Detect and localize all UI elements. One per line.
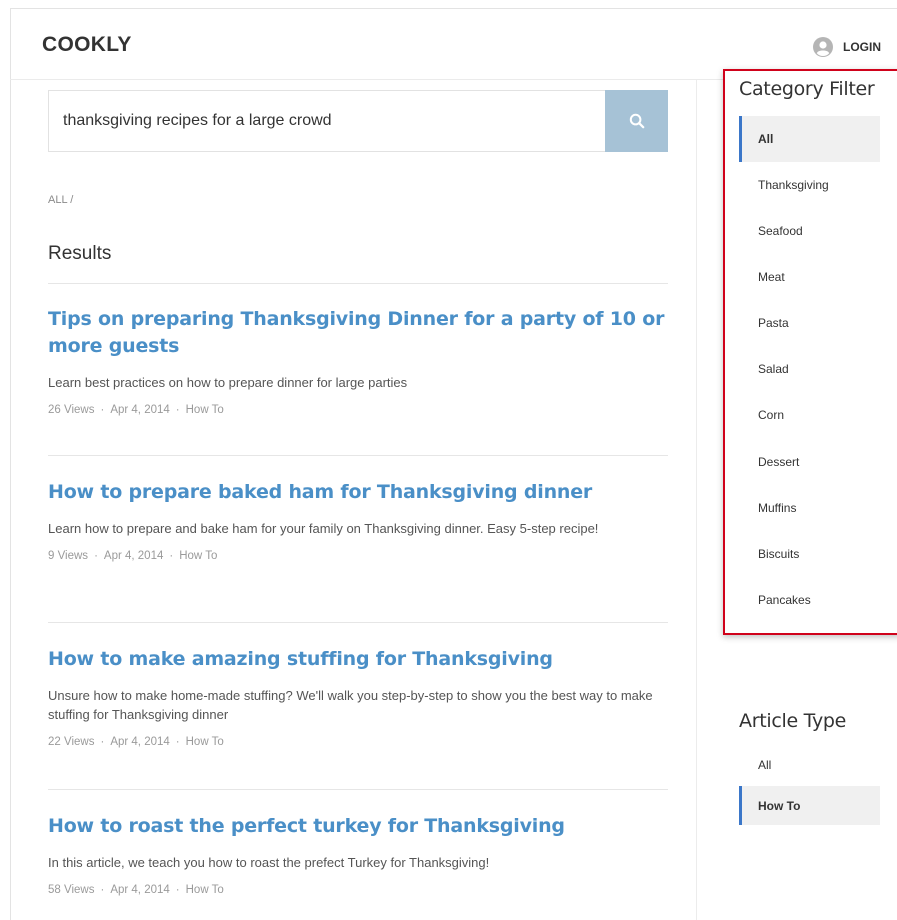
result-item: Tips on preparing Thanksgiving Dinner fo… <box>48 306 668 416</box>
result-title-link[interactable]: Tips on preparing Thanksgiving Dinner fo… <box>48 306 668 360</box>
result-date: Apr 4, 2014 <box>110 404 170 416</box>
result-meta: 58 Views · Apr 4, 2014 · How To <box>48 884 668 896</box>
result-item: How to make amazing stuffing for Thanksg… <box>48 646 668 748</box>
view-count: 9 Views <box>48 550 89 562</box>
result-date: Apr 4, 2014 <box>103 550 164 562</box>
result-meta: 9 Views · Apr 4, 2014 · How To <box>48 550 668 562</box>
search-icon <box>629 113 644 129</box>
category-item-all[interactable]: All <box>739 116 880 162</box>
result-meta: 22 Views · Apr 4, 2014 · How To <box>48 736 668 748</box>
article-type-title: Article Type <box>739 710 847 732</box>
view-count: 26 Views <box>48 404 95 416</box>
meta-separator: · <box>175 884 180 896</box>
result-description: Unsure how to make home-made stuffing? W… <box>48 688 653 722</box>
meta-separator: · <box>100 884 105 896</box>
login-button[interactable]: LOGIN <box>813 37 881 57</box>
category-item-dessert[interactable]: Dessert <box>739 439 880 485</box>
category-item-seafood[interactable]: Seafood <box>739 208 880 254</box>
category-item-pasta[interactable]: Pasta <box>739 300 880 346</box>
category-filter-title: Category Filter <box>739 78 875 100</box>
meta-separator: · <box>100 404 105 416</box>
meta-separator: · <box>169 550 174 562</box>
user-avatar-icon <box>813 37 833 57</box>
category-item-corn[interactable]: Corn <box>739 392 880 438</box>
meta-separator: · <box>94 550 98 562</box>
result-date: Apr 4, 2014 <box>110 736 170 748</box>
search-bar <box>48 90 668 152</box>
result-type[interactable]: How To <box>186 884 224 896</box>
result-description: Learn best practices on how to prepare d… <box>48 375 408 390</box>
logo[interactable]: COOKLY <box>42 33 132 57</box>
meta-separator: · <box>175 736 180 748</box>
view-count: 58 Views <box>48 884 95 896</box>
divider <box>48 283 668 284</box>
search-button[interactable] <box>605 90 668 152</box>
result-type[interactable]: How To <box>179 550 217 562</box>
result-title-link[interactable]: How to roast the perfect turkey for Than… <box>48 813 668 840</box>
result-title-link[interactable]: How to prepare baked ham for Thanksgivin… <box>48 479 668 506</box>
divider <box>48 789 668 790</box>
divider <box>48 455 668 456</box>
result-type[interactable]: How To <box>186 736 224 748</box>
result-description: Learn how to prepare and bake ham for yo… <box>48 521 599 536</box>
category-item-muffins[interactable]: Muffins <box>739 485 880 531</box>
result-item: How to prepare baked ham for Thanksgivin… <box>48 479 668 562</box>
category-item-meat[interactable]: Meat <box>739 254 880 300</box>
search-input[interactable] <box>49 91 605 151</box>
column-divider <box>696 80 697 920</box>
article-type-item-all[interactable]: All <box>739 742 880 788</box>
category-item-pancakes[interactable]: Pancakes <box>739 577 880 623</box>
view-count: 22 Views <box>48 736 95 748</box>
login-label: LOGIN <box>843 40 881 54</box>
results-heading: Results <box>48 243 112 264</box>
result-meta: 26 Views · Apr 4, 2014 · How To <box>48 404 668 416</box>
result-description: In this article, we teach you how to roa… <box>48 855 490 870</box>
result-title-link[interactable]: How to make amazing stuffing for Thanksg… <box>48 646 668 673</box>
result-item: How to roast the perfect turkey for Than… <box>48 813 668 896</box>
divider <box>48 622 668 623</box>
category-item-salad[interactable]: Salad <box>739 346 880 392</box>
result-type[interactable]: How To <box>186 404 224 416</box>
category-item-biscuits[interactable]: Biscuits <box>739 531 880 577</box>
meta-separator: · <box>175 404 180 416</box>
category-item-thanksgiving[interactable]: Thanksgiving <box>739 162 880 208</box>
meta-separator: · <box>100 736 105 748</box>
result-date: Apr 4, 2014 <box>110 884 170 896</box>
breadcrumb[interactable]: ALL / <box>48 194 73 206</box>
article-type-item-how-to[interactable]: How To <box>739 786 880 825</box>
